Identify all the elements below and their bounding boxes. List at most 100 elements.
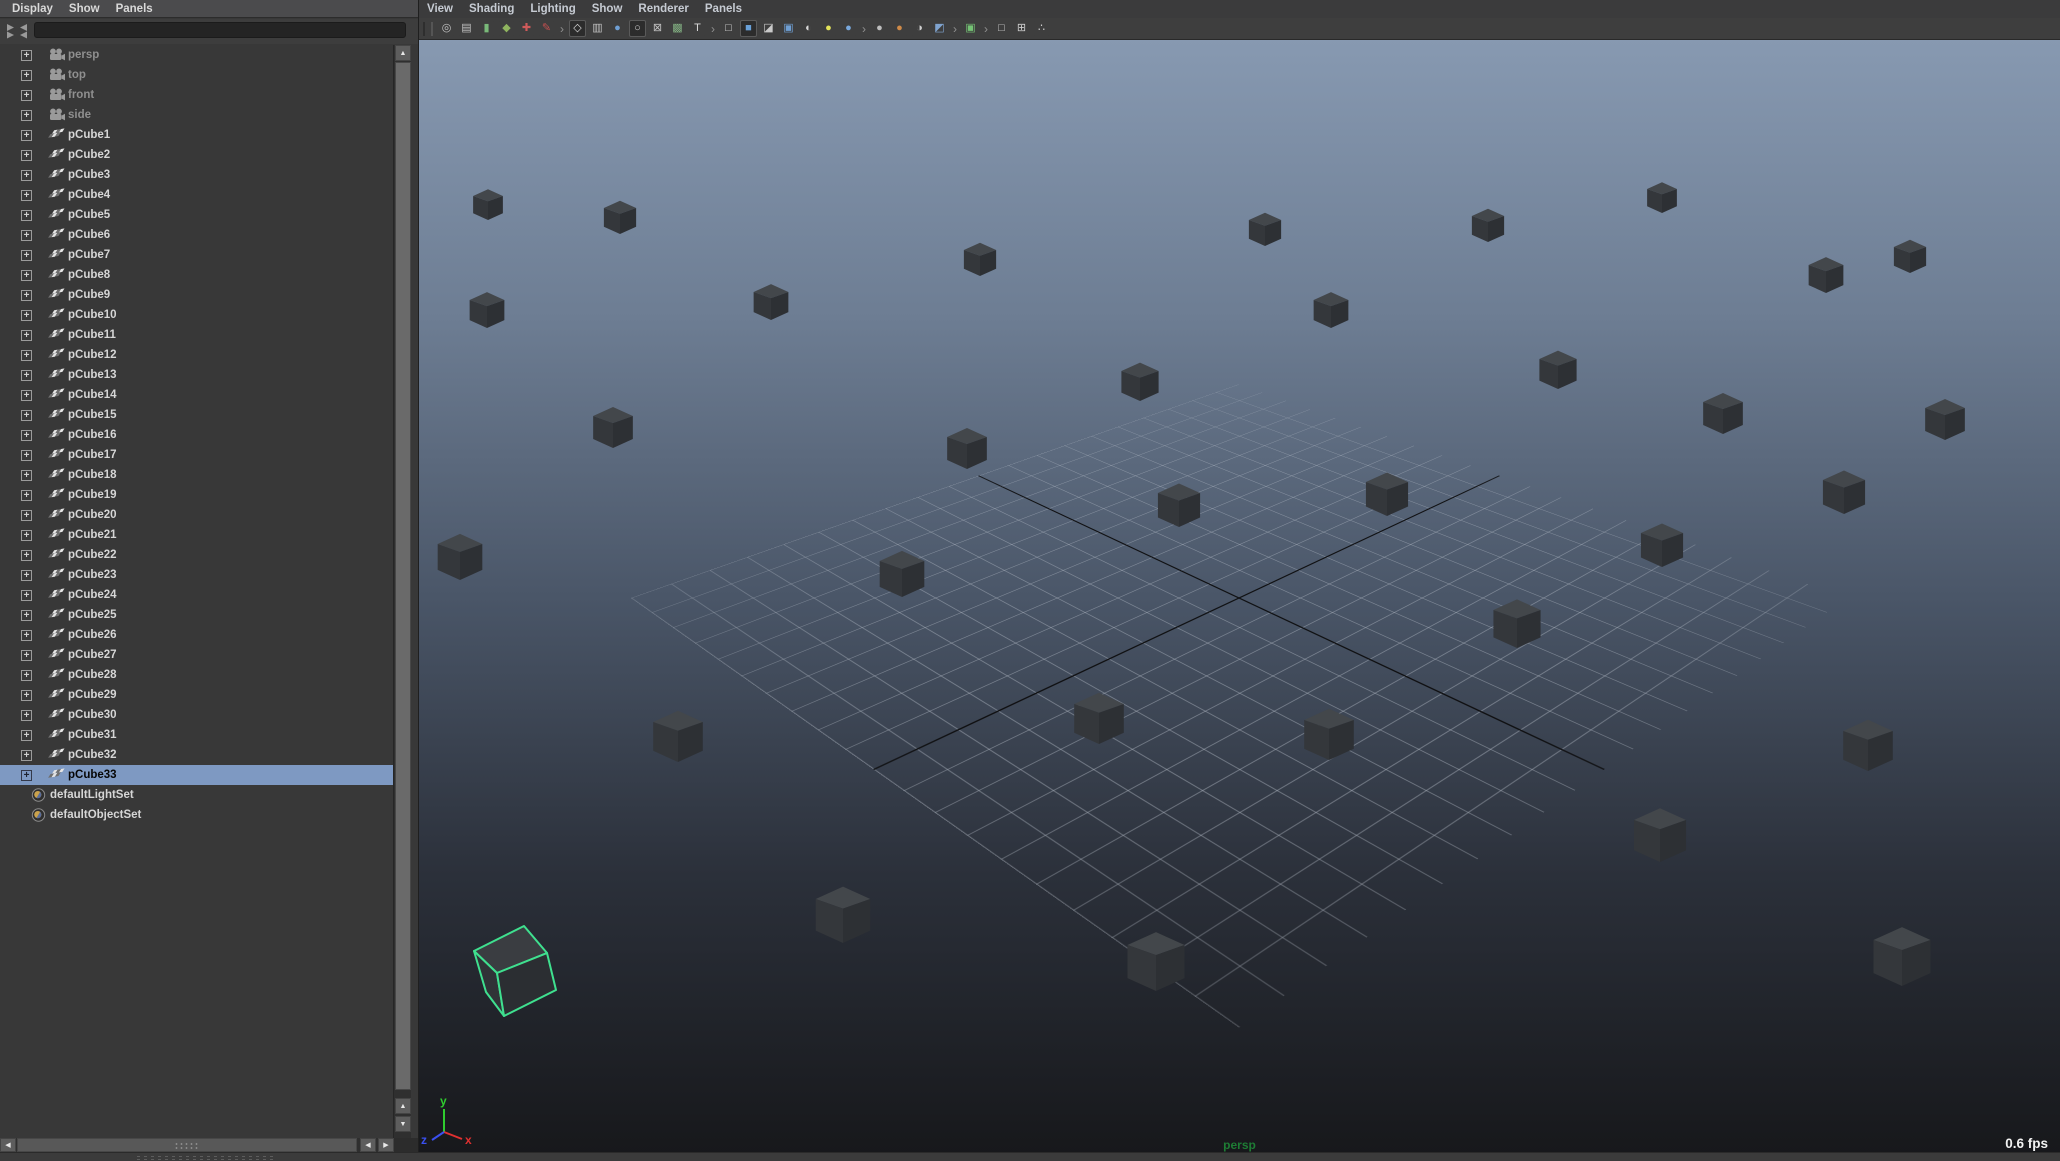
image-plane-icon[interactable]: ◆ bbox=[498, 20, 515, 37]
expand-toggle-icon[interactable]: + bbox=[21, 70, 32, 81]
camera-attributes-icon[interactable]: ▤ bbox=[458, 20, 475, 37]
outliner-row-pCube30[interactable]: + pCube30 bbox=[0, 705, 393, 725]
outliner-row-pCube15[interactable]: + pCube15 bbox=[0, 405, 393, 425]
scene-cube-object[interactable] bbox=[473, 189, 503, 220]
expand-toggle-icon[interactable]: + bbox=[21, 590, 32, 601]
expand-toggle-icon[interactable]: + bbox=[21, 630, 32, 641]
select-camera-icon[interactable]: ◎ bbox=[438, 20, 455, 37]
outliner-filter-icon[interactable] bbox=[5, 22, 29, 40]
scroll-down-button[interactable]: ▼ bbox=[395, 1116, 411, 1132]
scene-cube-object[interactable] bbox=[1894, 240, 1926, 273]
viewport-menu-view[interactable]: View bbox=[427, 3, 453, 15]
bookmarks-icon[interactable]: ▮ bbox=[478, 20, 495, 37]
outliner-row-persp[interactable]: + persp bbox=[0, 45, 393, 65]
scene-cube-object[interactable] bbox=[1703, 393, 1743, 434]
expand-toggle-icon[interactable]: + bbox=[21, 770, 32, 781]
outliner-row-pCube24[interactable]: + pCube24 bbox=[0, 585, 393, 605]
wireframe-on-shaded-icon[interactable]: ◪ bbox=[760, 20, 777, 37]
outliner-row-pCube12[interactable]: + pCube12 bbox=[0, 345, 393, 365]
expand-toggle-icon[interactable]: + bbox=[21, 490, 32, 501]
default-material-sphere-icon[interactable]: ● bbox=[871, 20, 888, 37]
expand-toggle-icon[interactable]: + bbox=[21, 750, 32, 761]
expand-toggle-icon[interactable]: + bbox=[21, 410, 32, 421]
outliner-row-pCube5[interactable]: + pCube5 bbox=[0, 205, 393, 225]
expand-toggle-icon[interactable]: + bbox=[21, 170, 32, 181]
textured-icon[interactable]: ▣ bbox=[780, 20, 797, 37]
expand-toggle-icon[interactable]: + bbox=[21, 430, 32, 441]
expand-toggle-icon[interactable]: + bbox=[21, 450, 32, 461]
viewport-menu-panels[interactable]: Panels bbox=[705, 3, 742, 15]
outliner-row-pCube25[interactable]: + pCube25 bbox=[0, 605, 393, 625]
outliner-row-pCube26[interactable]: + pCube26 bbox=[0, 625, 393, 645]
scroll-left-button[interactable]: ◀ bbox=[0, 1138, 16, 1152]
vertical-scroll-thumb[interactable] bbox=[395, 62, 411, 1090]
resolution-gate-icon[interactable]: ● bbox=[609, 20, 626, 37]
expand-toggle-icon[interactable]: + bbox=[21, 470, 32, 481]
expand-toggle-icon[interactable]: + bbox=[21, 290, 32, 301]
expand-toggle-icon[interactable]: + bbox=[21, 610, 32, 621]
outliner-row-pCube3[interactable]: + pCube3 bbox=[0, 165, 393, 185]
expand-toggle-icon[interactable]: + bbox=[21, 530, 32, 541]
outliner-row-pCube23[interactable]: + pCube23 bbox=[0, 565, 393, 585]
scene-cube-object[interactable] bbox=[754, 284, 789, 320]
expand-toggle-icon[interactable]: + bbox=[21, 310, 32, 321]
expand-toggle-icon[interactable]: + bbox=[21, 90, 32, 101]
outliner-row-pCube29[interactable]: + pCube29 bbox=[0, 685, 393, 705]
scene-cube-object[interactable] bbox=[593, 407, 633, 448]
expand-toggle-icon[interactable]: + bbox=[21, 150, 32, 161]
viewport-menu-show[interactable]: Show bbox=[592, 3, 623, 15]
outliner-menu-show[interactable]: Show bbox=[69, 3, 100, 15]
scene-cube-object[interactable] bbox=[1158, 483, 1200, 527]
pan-zoom-icon[interactable]: ✚ bbox=[518, 20, 535, 37]
scene-cube-object[interactable] bbox=[1366, 472, 1408, 516]
shadows-icon[interactable]: ● bbox=[840, 20, 857, 37]
outliner-row-pCube31[interactable]: + pCube31 bbox=[0, 725, 393, 745]
expand-toggle-icon[interactable]: + bbox=[21, 390, 32, 401]
gate-mask-icon[interactable]: ○ bbox=[629, 20, 646, 37]
outliner-row-pCube9[interactable]: + pCube9 bbox=[0, 285, 393, 305]
outliner-row-pCube10[interactable]: + pCube10 bbox=[0, 305, 393, 325]
outliner-menu-display[interactable]: Display bbox=[12, 3, 53, 15]
safe-action-icon[interactable]: ▩ bbox=[669, 20, 686, 37]
expand-toggle-icon[interactable]: + bbox=[21, 670, 32, 681]
expand-toggle-icon[interactable]: + bbox=[21, 110, 32, 121]
outliner-filter-input[interactable] bbox=[34, 22, 406, 38]
scene-cube-object[interactable] bbox=[1249, 213, 1281, 246]
expand-toggle-icon[interactable]: + bbox=[21, 730, 32, 741]
scene-cube-object[interactable] bbox=[1634, 808, 1686, 862]
outliner-row-pCube22[interactable]: + pCube22 bbox=[0, 545, 393, 565]
outliner-menu-panels[interactable]: Panels bbox=[116, 3, 153, 15]
outliner-vertical-scrollbar[interactable]: ▲ ▲ ▼ bbox=[393, 45, 411, 1138]
scene-cube-object[interactable] bbox=[1121, 363, 1158, 401]
expand-toggle-icon[interactable]: + bbox=[21, 130, 32, 141]
expand-toggle-icon[interactable]: + bbox=[21, 710, 32, 721]
expand-toggle-icon[interactable]: + bbox=[21, 550, 32, 561]
pane-resize-grip[interactable] bbox=[135, 1155, 277, 1160]
expand-toggle-icon[interactable]: + bbox=[21, 210, 32, 221]
wire-cube-icon[interactable]: □ bbox=[993, 20, 1010, 37]
viewport-menu-lighting[interactable]: Lighting bbox=[530, 3, 575, 15]
multi-pane-icon[interactable]: ⊞ bbox=[1013, 20, 1030, 37]
scene-cube-object[interactable] bbox=[1647, 182, 1677, 213]
expand-toggle-icon[interactable]: + bbox=[21, 50, 32, 61]
expand-toggle-icon[interactable]: + bbox=[21, 350, 32, 361]
selected-cube-object[interactable] bbox=[474, 926, 556, 1016]
expand-toggle-icon[interactable]: + bbox=[21, 370, 32, 381]
outliner-row-side[interactable]: + side bbox=[0, 105, 393, 125]
scene-cube-object[interactable] bbox=[1074, 693, 1124, 744]
outliner-row-pCube21[interactable]: + pCube21 bbox=[0, 525, 393, 545]
expand-toggle-icon[interactable]: + bbox=[21, 510, 32, 521]
scene-cube-object[interactable] bbox=[1641, 523, 1683, 567]
outliner-row-pCube19[interactable]: + pCube19 bbox=[0, 485, 393, 505]
wireframe-icon[interactable]: □ bbox=[720, 20, 737, 37]
toolbar-drag-handle[interactable] bbox=[423, 22, 433, 36]
scene-cube-object[interactable] bbox=[1873, 927, 1930, 986]
outliner-row-pCube32[interactable]: + pCube32 bbox=[0, 745, 393, 765]
outliner-row-pCube7[interactable]: + pCube7 bbox=[0, 245, 393, 265]
grid-icon[interactable]: ◇ bbox=[569, 20, 586, 37]
3d-viewport-canvas[interactable]: persp 0.6 fps y x z bbox=[419, 40, 2060, 1154]
outliner-row-pCube6[interactable]: + pCube6 bbox=[0, 225, 393, 245]
outliner-row-pCube16[interactable]: + pCube16 bbox=[0, 425, 393, 445]
scene-cube-object[interactable] bbox=[438, 534, 483, 580]
outliner-row-pCube8[interactable]: + pCube8 bbox=[0, 265, 393, 285]
